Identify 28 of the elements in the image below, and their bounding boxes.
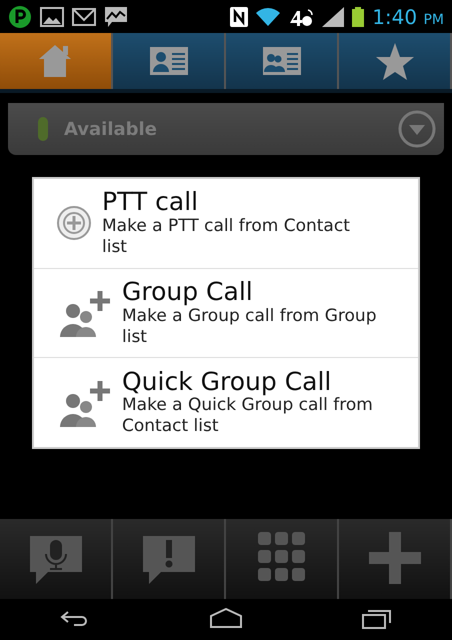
nfc-icon [230, 6, 248, 26]
status-indicator-icon [38, 117, 48, 141]
option-title: Group Call [122, 278, 254, 306]
menu-option[interactable]: Group Call Make a Group call from Group list [34, 268, 418, 358]
signal-icon [322, 6, 344, 26]
network-icon [288, 6, 314, 26]
option-title: PTT call [102, 188, 200, 216]
menu-option[interactable]: PTT call Make a PTT call from Contact list [34, 179, 418, 268]
clock-text: 1:40 PM [372, 4, 444, 30]
dropdown-icon[interactable] [398, 110, 436, 148]
tab[interactable] [226, 33, 339, 89]
option-title: Quick Group Call [122, 368, 332, 396]
chart-message-icon [104, 6, 128, 28]
image-icon [40, 6, 64, 26]
option-description: Make a Group call from Group list [122, 306, 378, 348]
wifi-icon [256, 6, 280, 26]
parking-icon [8, 4, 32, 28]
plus-circle-icon [56, 205, 92, 242]
home-button[interactable] [210, 605, 242, 629]
presence-label: Available [64, 118, 158, 142]
mail-icon [72, 8, 96, 26]
option-description: Make a PTT call from Contact list [102, 216, 351, 258]
battery-icon [352, 6, 364, 26]
tab[interactable] [339, 33, 452, 89]
option-description: Make a Quick Group call from Contact list [122, 395, 374, 438]
star-icon [374, 41, 416, 81]
menu-option[interactable]: Quick Group Call Make a Quick Group call from Contact list [34, 357, 418, 448]
tab[interactable] [113, 33, 226, 89]
